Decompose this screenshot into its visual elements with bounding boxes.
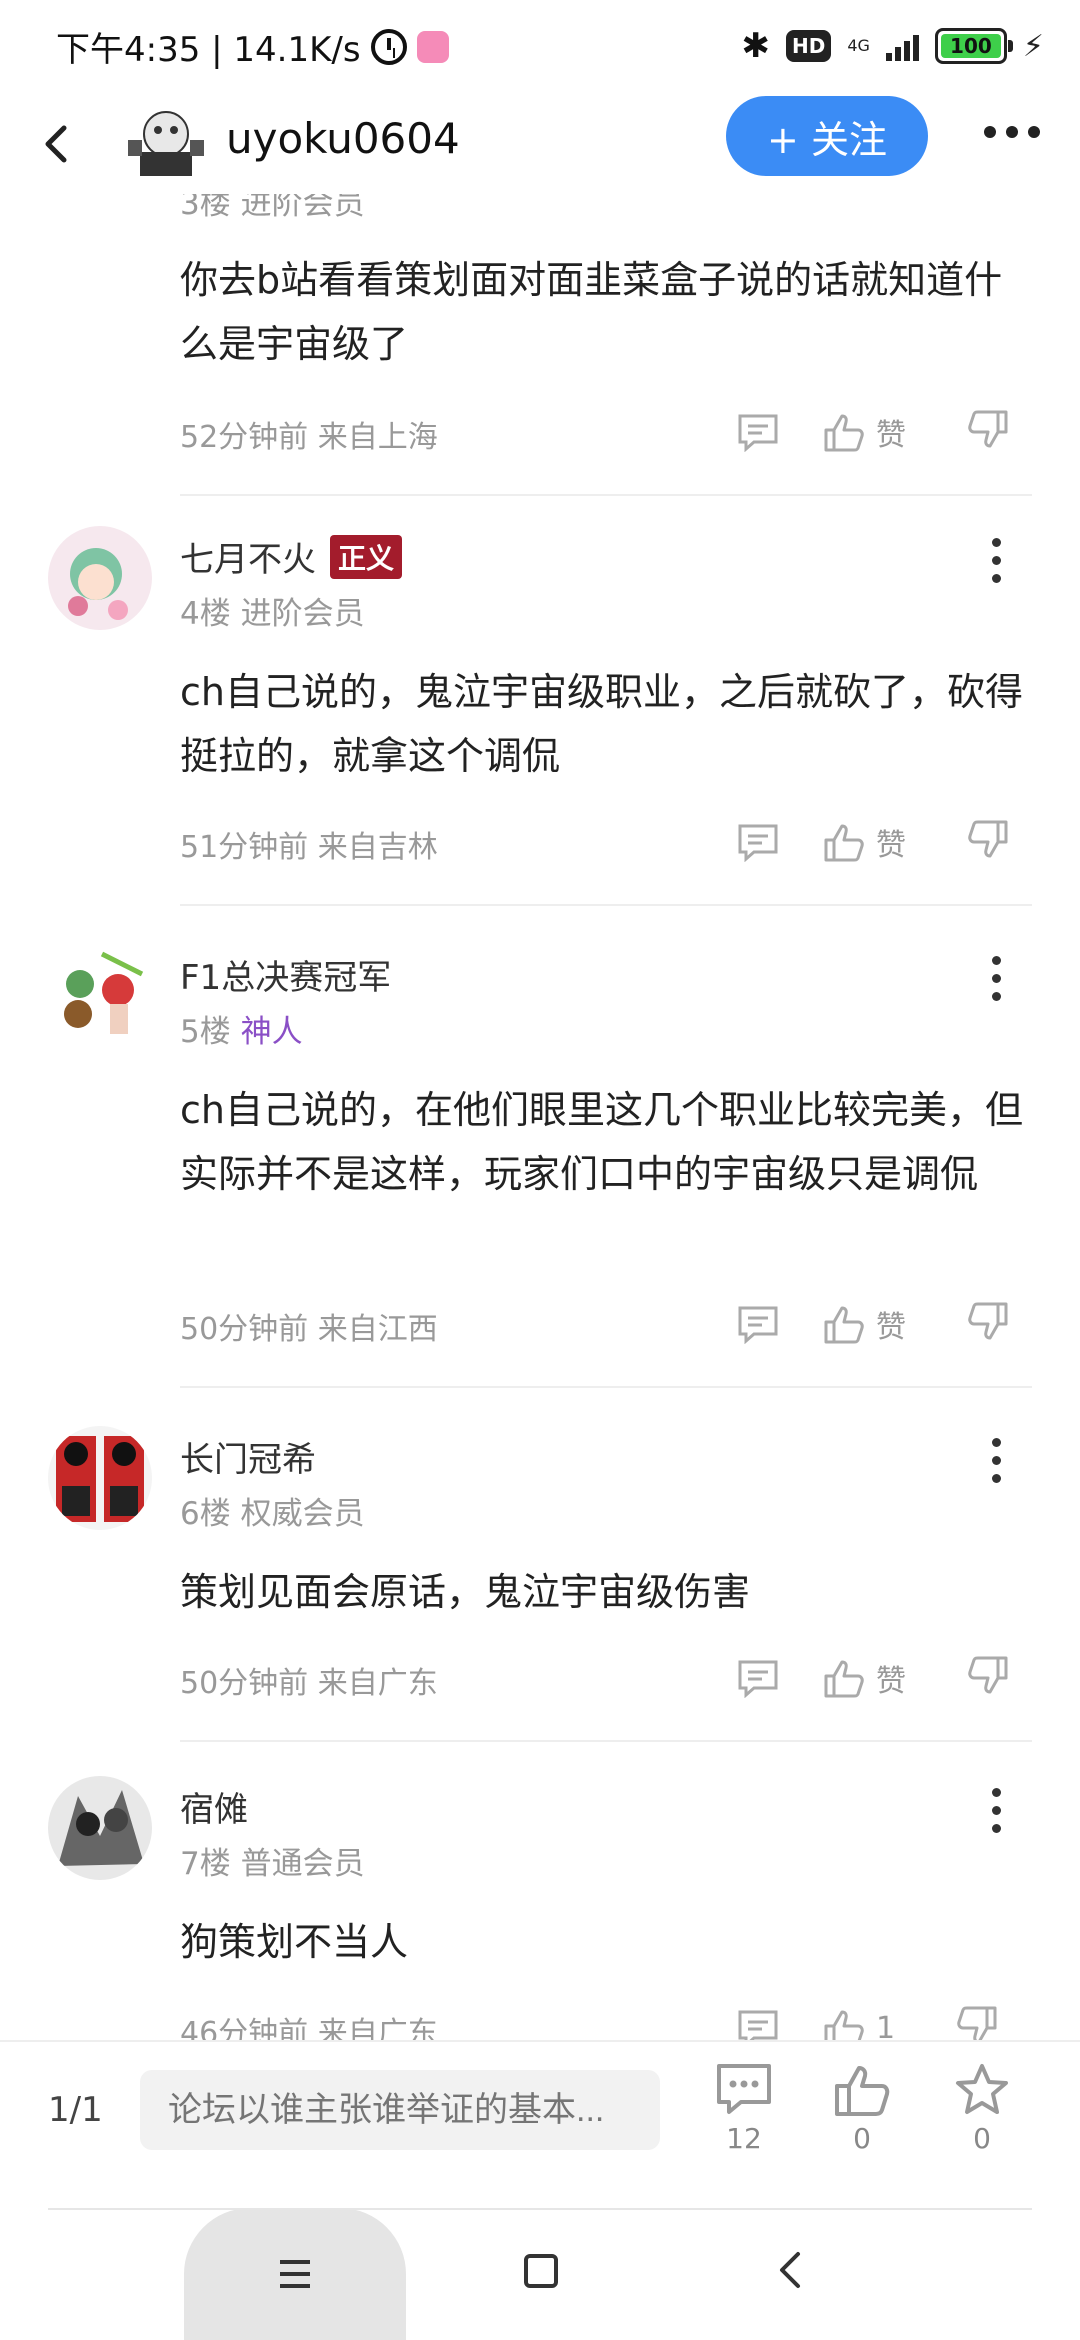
user-avatar[interactable] — [48, 944, 152, 1048]
like-button[interactable]: 赞 — [822, 1656, 906, 1700]
status-time-speed: 下午4:35 | 14.1K/s — [56, 30, 361, 70]
kebab-icon[interactable] — [992, 956, 1001, 1001]
back-icon[interactable] — [36, 122, 80, 166]
kebab-icon[interactable] — [992, 538, 1001, 583]
reply-list[interactable]: 3楼 进阶会员 你去b站看看策划面对面韭菜盒子说的话就知道什么是宇宙级了 52分… — [0, 194, 1080, 2040]
user-avatar[interactable] — [48, 1776, 152, 1880]
alarm-icon — [370, 28, 407, 65]
follow-button[interactable]: + 关注 — [726, 96, 928, 176]
user-rank: 权威会员 — [240, 1496, 365, 1532]
like-icon — [835, 2066, 890, 2116]
nav-home-button[interactable] — [524, 2254, 558, 2288]
author-avatar[interactable] — [118, 100, 214, 188]
comment-icon[interactable] — [736, 2008, 780, 2040]
reply-floor: 5楼 — [180, 1014, 231, 1050]
user-name[interactable]: 长门冠希 — [180, 1432, 316, 1481]
reply-meta: 50分钟前 来自江西 — [180, 1312, 438, 1347]
dislike-icon — [968, 1302, 1008, 1340]
divider — [180, 1386, 1032, 1388]
reply-meta: 52分钟前 来自上海 — [180, 420, 438, 455]
like-thread-button[interactable]: 0 — [820, 2062, 904, 2155]
system-nav-bar — [0, 2208, 1080, 2340]
kebab-icon[interactable] — [992, 1788, 1001, 1833]
like-button[interactable]: 赞 — [822, 820, 906, 864]
dislike-icon — [957, 2006, 997, 2040]
dislike-button[interactable] — [966, 408, 1010, 456]
like-icon — [824, 1660, 864, 1698]
nav-menu-button[interactable] — [184, 2208, 406, 2340]
reply-text: ch自己说的，鬼泣宇宙级职业，之后就砍了，砍得挺拉的，就拿这个调侃 — [180, 670, 1023, 778]
like-icon — [824, 2010, 864, 2040]
user-tag-badge: 正义 — [330, 534, 403, 579]
comment-icon[interactable] — [736, 412, 780, 452]
like-button[interactable]: 赞 — [822, 410, 906, 454]
like-button[interactable]: 赞 — [822, 1302, 906, 1346]
comments-button[interactable]: 12 — [702, 2062, 786, 2155]
like-icon — [824, 414, 864, 452]
dislike-button[interactable] — [966, 1654, 1010, 1702]
network-type: 4G — [847, 36, 870, 55]
dislike-icon — [968, 1656, 1008, 1694]
bluetooth-icon: ✱ — [741, 26, 771, 66]
user-rank: 神人 — [240, 1014, 303, 1050]
reply-text: 你去b站看看策划面对面韭菜盒子说的话就知道什么是宇宙级了 — [180, 258, 1003, 366]
reply-meta: 46分钟前 来自广东 — [180, 2016, 438, 2040]
reply-text: 狗策划不当人 — [180, 1920, 409, 1964]
reply-floor: 4楼 — [180, 596, 231, 632]
app-notification-icon — [416, 30, 449, 63]
more-icon[interactable] — [984, 126, 1040, 138]
author-username[interactable]: uyoku0604 — [226, 114, 460, 163]
divider — [180, 904, 1032, 906]
user-avatar[interactable] — [48, 1426, 152, 1530]
user-rank: 普通会员 — [240, 1846, 365, 1882]
user-avatar[interactable] — [48, 526, 152, 630]
dislike-icon — [968, 820, 1008, 858]
reply-bar: 1/1 12 0 0 — [0, 2040, 1080, 2210]
kebab-icon[interactable] — [992, 1438, 1001, 1483]
favorite-button[interactable]: 0 — [940, 2062, 1024, 2155]
divider — [48, 2208, 1032, 2210]
star-icon — [956, 2064, 1008, 2114]
signal-icon — [885, 31, 919, 61]
comment-icon — [717, 2064, 771, 2114]
charging-icon: ⚡ — [1022, 28, 1044, 64]
hd-badge: HD — [786, 30, 832, 62]
nav-back-button[interactable] — [770, 2248, 814, 2292]
favorites-count: 0 — [973, 2122, 991, 2155]
reply-floor: 7楼 — [180, 1846, 231, 1882]
status-bar: 下午4:35 | 14.1K/s ✱ HD 4G 100 ⚡ — [0, 0, 1080, 96]
page-indicator[interactable]: 1/1 — [48, 2090, 103, 2130]
comment-icon[interactable] — [736, 822, 780, 862]
reply-meta: 50分钟前 来自广东 — [180, 1666, 438, 1701]
dislike-button[interactable] — [966, 818, 1010, 866]
dislike-button[interactable] — [966, 1300, 1010, 1348]
user-rank: 进阶会员 — [240, 596, 365, 632]
comment-icon[interactable] — [736, 1304, 780, 1344]
like-icon — [824, 824, 864, 862]
battery-level: 100 — [940, 34, 1001, 58]
thread-header: uyoku0604 + 关注 — [0, 96, 1080, 194]
user-name[interactable]: 宿傩 — [180, 1782, 248, 1831]
divider — [180, 1740, 1032, 1742]
divider — [180, 494, 1032, 496]
battery-icon: 100 — [934, 28, 1013, 64]
reply-text: 策划见面会原话，鬼泣宇宙级伤害 — [180, 1570, 751, 1614]
reply-text: ch自己说的，在他们眼里这几个职业比较完美，但实际并不是这样，玩家们口中的宇宙级… — [180, 1088, 1023, 1196]
like-icon — [824, 1306, 864, 1344]
dislike-icon — [968, 410, 1008, 448]
likes-count: 0 — [853, 2122, 871, 2155]
user-name[interactable]: F1总决赛冠军 — [180, 950, 391, 999]
like-button[interactable]: 1 — [822, 2006, 895, 2040]
dislike-button[interactable] — [955, 2004, 999, 2040]
user-name[interactable]: 七月不火 — [180, 532, 316, 581]
reply-input[interactable] — [140, 2070, 660, 2150]
comments-count: 12 — [726, 2122, 762, 2155]
reply-meta: 51分钟前 来自吉林 — [180, 830, 438, 865]
reply-floor: 3楼 进阶会员 — [180, 194, 365, 222]
menu-icon — [280, 2260, 310, 2288]
reply-floor: 6楼 — [180, 1496, 231, 1532]
comment-icon[interactable] — [736, 1658, 780, 1698]
